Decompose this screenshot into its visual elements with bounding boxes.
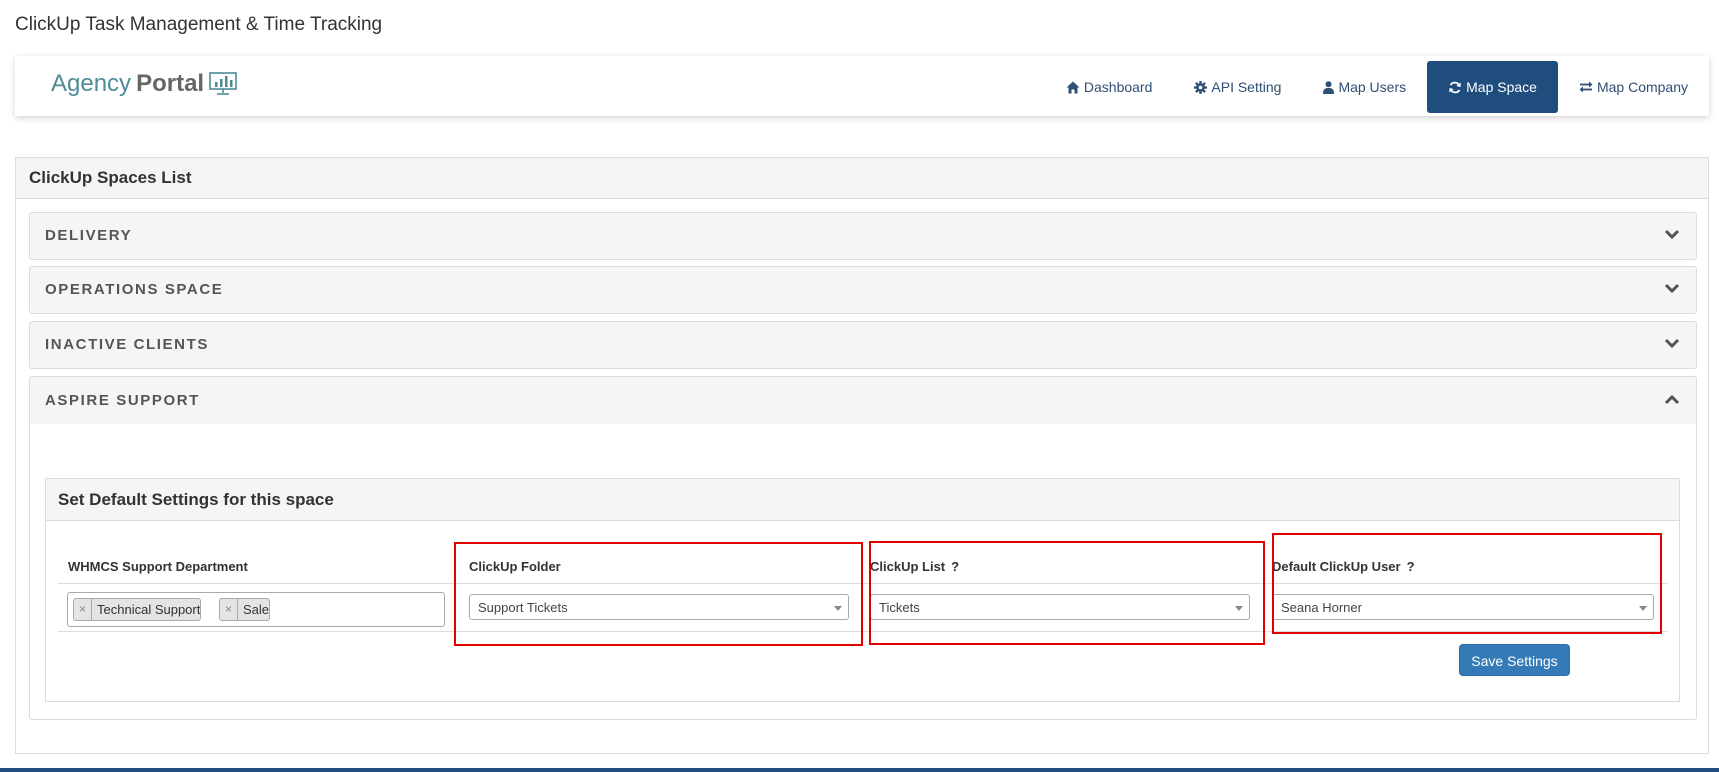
logo-text-light: Agency — [51, 70, 132, 97]
department-multiselect[interactable]: × Technical Support × Sale — [67, 592, 445, 627]
nav-dashboard[interactable]: Dashboard — [1045, 61, 1174, 113]
space-inactive-clients[interactable]: INACTIVE CLIENTS — [29, 321, 1697, 369]
exchange-icon — [1579, 81, 1593, 93]
tag-label: Technical Support — [97, 602, 201, 617]
chevron-down-icon — [1664, 338, 1680, 349]
home-icon — [1066, 81, 1080, 94]
chevron-down-icon — [1664, 229, 1680, 240]
spaces-panel: ClickUp Spaces List DELIVERY OPERATIONS … — [15, 157, 1709, 754]
footer-bar — [0, 768, 1719, 772]
highlight-box-folder — [454, 542, 863, 646]
user-icon — [1323, 80, 1335, 94]
main-nav: Dashboard API Setting Map Users Map Spac… — [1045, 61, 1709, 113]
refresh-icon — [1448, 81, 1462, 94]
space-delivery[interactable]: DELIVERY — [29, 212, 1697, 260]
default-settings-title: Set Default Settings for this space — [46, 479, 1679, 521]
chevron-up-icon — [1664, 394, 1680, 405]
department-tag: × Sale — [219, 598, 271, 621]
nav-map-users-label: Map Users — [1338, 79, 1407, 95]
space-operations[interactable]: OPERATIONS SPACE — [29, 266, 1697, 314]
nav-api-setting[interactable]: API Setting — [1173, 61, 1302, 113]
nav-api-setting-label: API Setting — [1211, 79, 1282, 95]
nav-map-space-label: Map Space — [1466, 79, 1537, 95]
tag-remove-button[interactable]: × — [220, 599, 239, 620]
highlight-box-list — [869, 541, 1265, 645]
nav-map-users[interactable]: Map Users — [1302, 61, 1427, 113]
space-label: DELIVERY — [45, 227, 133, 244]
space-label: ASPIRE SUPPORT — [45, 392, 200, 409]
nav-dashboard-label: Dashboard — [1083, 79, 1153, 95]
page-title: ClickUp Task Management & Time Tracking — [15, 14, 383, 35]
spaces-panel-title: ClickUp Spaces List — [16, 158, 1708, 199]
nav-map-company[interactable]: Map Company — [1558, 61, 1709, 113]
monitor-chart-icon — [209, 72, 237, 95]
tag-label: Sale — [243, 602, 270, 617]
agency-portal-logo[interactable]: Agency Portal — [51, 70, 237, 98]
space-label: INACTIVE CLIENTS — [45, 336, 209, 353]
space-aspire-support[interactable]: ASPIRE SUPPORT — [29, 376, 1697, 426]
highlight-box-user — [1272, 533, 1662, 634]
nav-map-space[interactable]: Map Space — [1427, 61, 1558, 113]
logo-text-bold: Portal — [136, 70, 205, 97]
space-label: OPERATIONS SPACE — [45, 281, 224, 298]
department-tag: × Technical Support — [73, 598, 202, 621]
tag-remove-button[interactable]: × — [74, 599, 93, 620]
col-head-label: WHMCS Support Department — [68, 559, 248, 574]
save-settings-button[interactable]: Save Settings — [1459, 644, 1570, 676]
chevron-down-icon — [1664, 283, 1680, 294]
gear-icon — [1194, 80, 1208, 94]
col-head-department: WHMCS Support Department — [68, 559, 248, 574]
nav-map-company-label: Map Company — [1596, 79, 1688, 95]
top-navbar: Agency Portal Dashboard API Setting Map … — [15, 56, 1709, 116]
